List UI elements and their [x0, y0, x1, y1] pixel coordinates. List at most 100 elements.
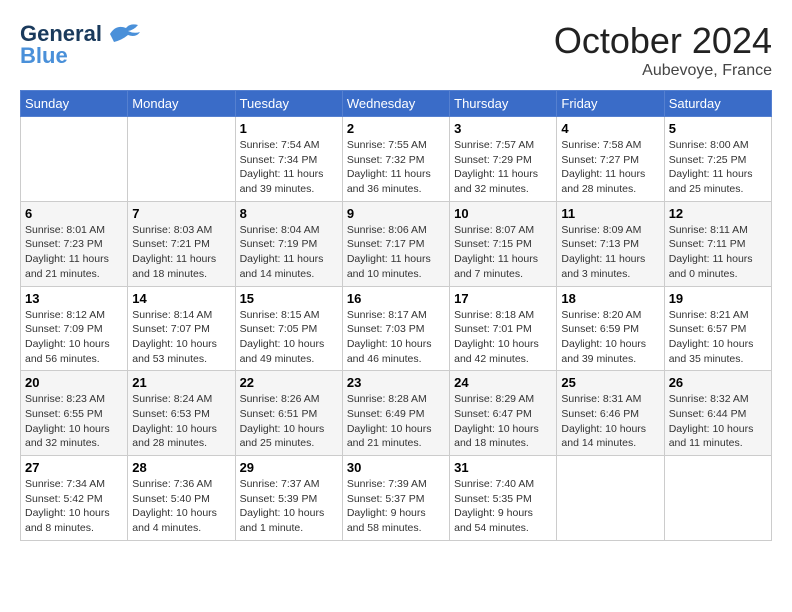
logo-bird-icon	[106, 20, 142, 48]
day-number: 5	[669, 121, 767, 136]
calendar-cell: 6 Sunrise: 8:01 AM Sunset: 7:23 PM Daylig…	[21, 201, 128, 286]
title-block: October 2024 Aubevoye, France	[554, 20, 772, 80]
day-number: 19	[669, 291, 767, 306]
calendar-cell: 10 Sunrise: 8:07 AM Sunset: 7:15 PM Dayli…	[450, 201, 557, 286]
day-info: Sunrise: 8:15 AM Sunset: 7:05 PM Dayligh…	[240, 308, 338, 367]
calendar-cell: 17Sunrise: 8:18 AM Sunset: 7:01 PM Dayli…	[450, 286, 557, 371]
calendar-cell: 2Sunrise: 7:55 AM Sunset: 7:32 PM Daylig…	[342, 117, 449, 202]
calendar-cell: 18Sunrise: 8:20 AM Sunset: 6:59 PM Dayli…	[557, 286, 664, 371]
weekday-header: Wednesday	[342, 91, 449, 117]
calendar-cell: 28 Sunrise: 7:36 AM Sunset: 5:40 PM Dayli…	[128, 456, 235, 541]
day-number: 24	[454, 375, 552, 390]
calendar-table: SundayMondayTuesdayWednesdayThursdayFrid…	[20, 90, 772, 541]
page-header: General Blue October 2024 Aubevoye, Fran…	[20, 20, 772, 80]
calendar-cell: 8 Sunrise: 8:04 AM Sunset: 7:19 PM Daylig…	[235, 201, 342, 286]
calendar-cell: 9Sunrise: 8:06 AM Sunset: 7:17 PM Daylig…	[342, 201, 449, 286]
calendar-cell: 16 Sunrise: 8:17 AM Sunset: 7:03 PM Dayli…	[342, 286, 449, 371]
day-info: Sunrise: 8:14 AM Sunset: 7:07 PM Dayligh…	[132, 308, 230, 367]
day-number: 4	[561, 121, 659, 136]
day-number: 15	[240, 291, 338, 306]
day-info: Sunrise: 8:04 AM Sunset: 7:19 PM Dayligh…	[240, 223, 338, 282]
day-number: 8	[240, 206, 338, 221]
calendar-cell: 20 Sunrise: 8:23 AM Sunset: 6:55 PM Dayli…	[21, 371, 128, 456]
weekday-header: Friday	[557, 91, 664, 117]
calendar-cell: 15 Sunrise: 8:15 AM Sunset: 7:05 PM Dayli…	[235, 286, 342, 371]
day-info: Sunrise: 8:21 AM Sunset: 6:57 PM Dayligh…	[669, 308, 767, 367]
calendar-cell: 5 Sunrise: 8:00 AM Sunset: 7:25 PM Daylig…	[664, 117, 771, 202]
day-number: 13	[25, 291, 123, 306]
day-number: 12	[669, 206, 767, 221]
calendar-cell: 23 Sunrise: 8:28 AM Sunset: 6:49 PM Dayli…	[342, 371, 449, 456]
day-number: 28	[132, 460, 230, 475]
calendar-cell: 4Sunrise: 7:58 AM Sunset: 7:27 PM Daylig…	[557, 117, 664, 202]
day-info: Sunrise: 8:00 AM Sunset: 7:25 PM Dayligh…	[669, 138, 767, 197]
calendar-cell: 3 Sunrise: 7:57 AM Sunset: 7:29 PM Daylig…	[450, 117, 557, 202]
calendar-week-row: 6 Sunrise: 8:01 AM Sunset: 7:23 PM Daylig…	[21, 201, 772, 286]
day-info: Sunrise: 7:37 AM Sunset: 5:39 PM Dayligh…	[240, 477, 338, 536]
calendar-cell: 26 Sunrise: 8:32 AM Sunset: 6:44 PM Dayli…	[664, 371, 771, 456]
calendar-cell: 14 Sunrise: 8:14 AM Sunset: 7:07 PM Dayli…	[128, 286, 235, 371]
day-number: 16	[347, 291, 445, 306]
day-info: Sunrise: 8:23 AM Sunset: 6:55 PM Dayligh…	[25, 392, 123, 451]
day-info: Sunrise: 7:34 AM Sunset: 5:42 PM Dayligh…	[25, 477, 123, 536]
day-number: 23	[347, 375, 445, 390]
day-info: Sunrise: 8:31 AM Sunset: 6:46 PM Dayligh…	[561, 392, 659, 451]
day-info: Sunrise: 8:20 AM Sunset: 6:59 PM Dayligh…	[561, 308, 659, 367]
day-number: 1	[240, 121, 338, 136]
day-info: Sunrise: 8:32 AM Sunset: 6:44 PM Dayligh…	[669, 392, 767, 451]
day-number: 31	[454, 460, 552, 475]
calendar-cell: 27 Sunrise: 7:34 AM Sunset: 5:42 PM Dayli…	[21, 456, 128, 541]
logo: General Blue	[20, 20, 142, 68]
day-number: 3	[454, 121, 552, 136]
calendar-cell: 30Sunrise: 7:39 AM Sunset: 5:37 PM Dayli…	[342, 456, 449, 541]
weekday-header: Sunday	[21, 91, 128, 117]
calendar-cell: 11 Sunrise: 8:09 AM Sunset: 7:13 PM Dayli…	[557, 201, 664, 286]
weekday-header: Tuesday	[235, 91, 342, 117]
day-info: Sunrise: 8:01 AM Sunset: 7:23 PM Dayligh…	[25, 223, 123, 282]
calendar-cell: 29 Sunrise: 7:37 AM Sunset: 5:39 PM Dayli…	[235, 456, 342, 541]
day-info: Sunrise: 7:40 AM Sunset: 5:35 PM Dayligh…	[454, 477, 552, 536]
day-number: 6	[25, 206, 123, 221]
calendar-cell: 25Sunrise: 8:31 AM Sunset: 6:46 PM Dayli…	[557, 371, 664, 456]
day-info: Sunrise: 8:18 AM Sunset: 7:01 PM Dayligh…	[454, 308, 552, 367]
day-number: 7	[132, 206, 230, 221]
day-info: Sunrise: 8:28 AM Sunset: 6:49 PM Dayligh…	[347, 392, 445, 451]
month-title: October 2024	[554, 20, 772, 62]
day-number: 27	[25, 460, 123, 475]
day-number: 21	[132, 375, 230, 390]
calendar-week-row: 13 Sunrise: 8:12 AM Sunset: 7:09 PM Dayli…	[21, 286, 772, 371]
day-info: Sunrise: 8:09 AM Sunset: 7:13 PM Dayligh…	[561, 223, 659, 282]
calendar-cell	[664, 456, 771, 541]
day-number: 26	[669, 375, 767, 390]
calendar-cell: 22Sunrise: 8:26 AM Sunset: 6:51 PM Dayli…	[235, 371, 342, 456]
logo-text: General Blue	[20, 20, 142, 68]
calendar-cell: 19 Sunrise: 8:21 AM Sunset: 6:57 PM Dayli…	[664, 286, 771, 371]
calendar-cell: 13 Sunrise: 8:12 AM Sunset: 7:09 PM Dayli…	[21, 286, 128, 371]
calendar-cell	[557, 456, 664, 541]
calendar-cell: 12Sunrise: 8:11 AM Sunset: 7:11 PM Dayli…	[664, 201, 771, 286]
day-number: 20	[25, 375, 123, 390]
day-number: 11	[561, 206, 659, 221]
day-info: Sunrise: 7:54 AM Sunset: 7:34 PM Dayligh…	[240, 138, 338, 197]
day-info: Sunrise: 8:24 AM Sunset: 6:53 PM Dayligh…	[132, 392, 230, 451]
day-info: Sunrise: 7:36 AM Sunset: 5:40 PM Dayligh…	[132, 477, 230, 536]
day-info: Sunrise: 7:57 AM Sunset: 7:29 PM Dayligh…	[454, 138, 552, 197]
day-number: 29	[240, 460, 338, 475]
calendar-cell: 1 Sunrise: 7:54 AM Sunset: 7:34 PM Daylig…	[235, 117, 342, 202]
day-info: Sunrise: 8:29 AM Sunset: 6:47 PM Dayligh…	[454, 392, 552, 451]
day-number: 10	[454, 206, 552, 221]
calendar-cell: 21 Sunrise: 8:24 AM Sunset: 6:53 PM Dayli…	[128, 371, 235, 456]
day-info: Sunrise: 8:07 AM Sunset: 7:15 PM Dayligh…	[454, 223, 552, 282]
day-info: Sunrise: 8:03 AM Sunset: 7:21 PM Dayligh…	[132, 223, 230, 282]
calendar-cell	[21, 117, 128, 202]
calendar-cell: 24 Sunrise: 8:29 AM Sunset: 6:47 PM Dayli…	[450, 371, 557, 456]
day-info: Sunrise: 7:39 AM Sunset: 5:37 PM Dayligh…	[347, 477, 445, 536]
day-info: Sunrise: 8:12 AM Sunset: 7:09 PM Dayligh…	[25, 308, 123, 367]
calendar-cell	[128, 117, 235, 202]
day-number: 22	[240, 375, 338, 390]
calendar-week-row: 27 Sunrise: 7:34 AM Sunset: 5:42 PM Dayli…	[21, 456, 772, 541]
calendar-cell: 7 Sunrise: 8:03 AM Sunset: 7:21 PM Daylig…	[128, 201, 235, 286]
day-number: 14	[132, 291, 230, 306]
weekday-header: Monday	[128, 91, 235, 117]
day-info: Sunrise: 8:17 AM Sunset: 7:03 PM Dayligh…	[347, 308, 445, 367]
